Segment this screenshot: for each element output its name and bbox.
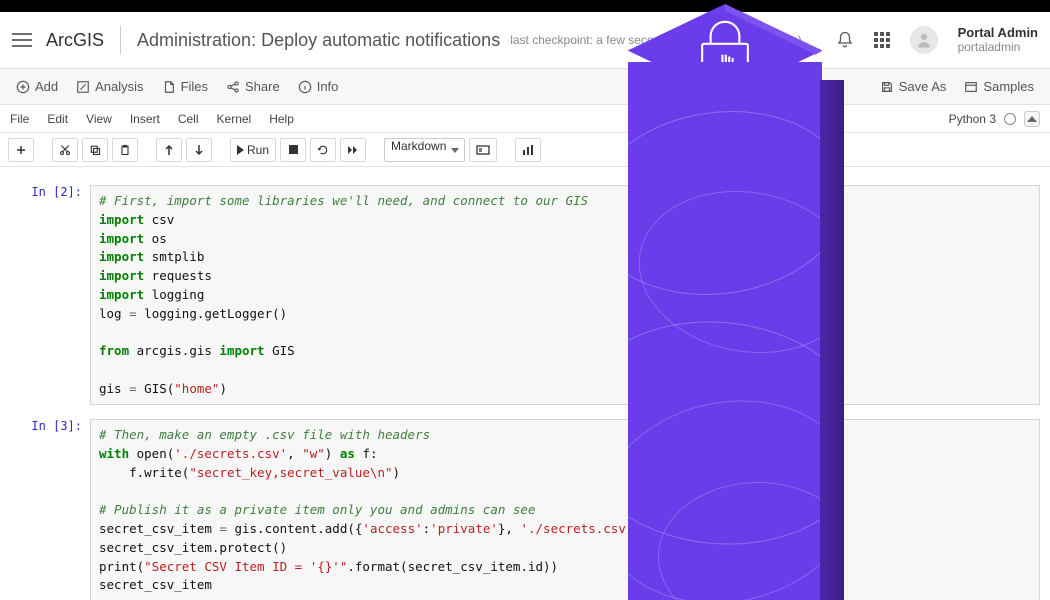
pencil-square-icon	[76, 80, 90, 94]
code-input[interactable]: # First, import some libraries we'll nee…	[90, 185, 1040, 405]
page-title: Administration: Deploy automatic notific…	[137, 30, 500, 51]
promo-shadow	[820, 80, 844, 600]
share-button[interactable]: Share	[220, 75, 286, 98]
save-icon	[880, 80, 894, 94]
menu-view[interactable]: View	[86, 112, 112, 126]
apps-icon[interactable]	[874, 32, 890, 48]
cell-prompt: In [3]:	[10, 419, 90, 600]
saveas-button[interactable]: Save As	[874, 75, 953, 98]
menu-file[interactable]: File	[10, 112, 29, 126]
chart-button[interactable]	[515, 138, 541, 162]
plus-circle-icon	[16, 80, 30, 94]
file-icon	[162, 80, 176, 94]
move-down-button[interactable]	[186, 138, 212, 162]
samples-button[interactable]: Samples	[958, 75, 1040, 98]
celltype-select[interactable]: Markdown	[384, 138, 465, 162]
promo-body	[628, 62, 822, 600]
saveas-label: Save As	[899, 79, 947, 94]
add-button[interactable]: Add	[10, 75, 64, 98]
files-label: Files	[181, 79, 208, 94]
command-palette-button[interactable]	[469, 138, 497, 162]
brand-label: ArcGIS	[46, 30, 104, 51]
paste-button[interactable]	[112, 138, 138, 162]
menu-cell[interactable]: Cell	[178, 112, 199, 126]
toggle-panel-icon[interactable]	[1024, 111, 1040, 127]
avatar[interactable]	[910, 26, 938, 54]
menu-insert[interactable]: Insert	[130, 112, 160, 126]
analysis-label: Analysis	[95, 79, 143, 94]
cell-prompt: In [2]:	[10, 185, 90, 405]
cut-button[interactable]	[52, 138, 78, 162]
play-icon	[237, 145, 244, 155]
files-button[interactable]: Files	[156, 75, 214, 98]
promo-overlay	[610, 0, 840, 600]
insert-cell-button[interactable]	[8, 138, 34, 162]
interrupt-button[interactable]	[280, 138, 306, 162]
info-icon	[298, 80, 312, 94]
jupyter-toolbar: Run Markdown	[0, 133, 1050, 167]
samples-label: Samples	[983, 79, 1034, 94]
analysis-button[interactable]: Analysis	[70, 75, 149, 98]
run-label: Run	[247, 143, 269, 157]
code-cell[interactable]: In [2]: # First, import some libraries w…	[10, 185, 1040, 405]
kernel-name: Python 3	[949, 112, 996, 126]
code-cell[interactable]: In [3]: # Then, make an empty .csv file …	[10, 419, 1040, 600]
share-label: Share	[245, 79, 280, 94]
info-label: Info	[317, 79, 339, 94]
run-button[interactable]: Run	[230, 138, 276, 162]
app-header: ArcGIS Administration: Deploy automatic …	[0, 12, 1050, 69]
celltype-label: Markdown	[391, 139, 446, 153]
menu-icon[interactable]	[12, 30, 32, 50]
action-bar: Add Analysis Files Share Info Save As Sa…	[0, 69, 1050, 105]
notebook-body: In [2]: # First, import some libraries w…	[0, 167, 1050, 600]
restart-run-all-button[interactable]	[340, 138, 366, 162]
user-id: portaladmin	[958, 41, 1038, 54]
add-label: Add	[35, 79, 58, 94]
menu-help[interactable]: Help	[269, 112, 294, 126]
copy-button[interactable]	[82, 138, 108, 162]
menu-kernel[interactable]: Kernel	[217, 112, 252, 126]
restart-button[interactable]	[310, 138, 336, 162]
samples-icon	[964, 80, 978, 94]
move-up-button[interactable]	[156, 138, 182, 162]
menu-edit[interactable]: Edit	[47, 112, 68, 126]
user-block[interactable]: Portal Admin portaladmin	[958, 26, 1038, 53]
user-name: Portal Admin	[958, 26, 1038, 40]
jupyter-menu: File Edit View Insert Cell Kernel Help P…	[0, 105, 1050, 133]
code-input[interactable]: # Then, make an empty .csv file with hea…	[90, 419, 1040, 600]
share-icon	[226, 80, 240, 94]
info-button[interactable]: Info	[292, 75, 345, 98]
stop-icon	[289, 145, 298, 154]
divider	[120, 26, 121, 54]
kernel-status-icon	[1004, 113, 1016, 125]
